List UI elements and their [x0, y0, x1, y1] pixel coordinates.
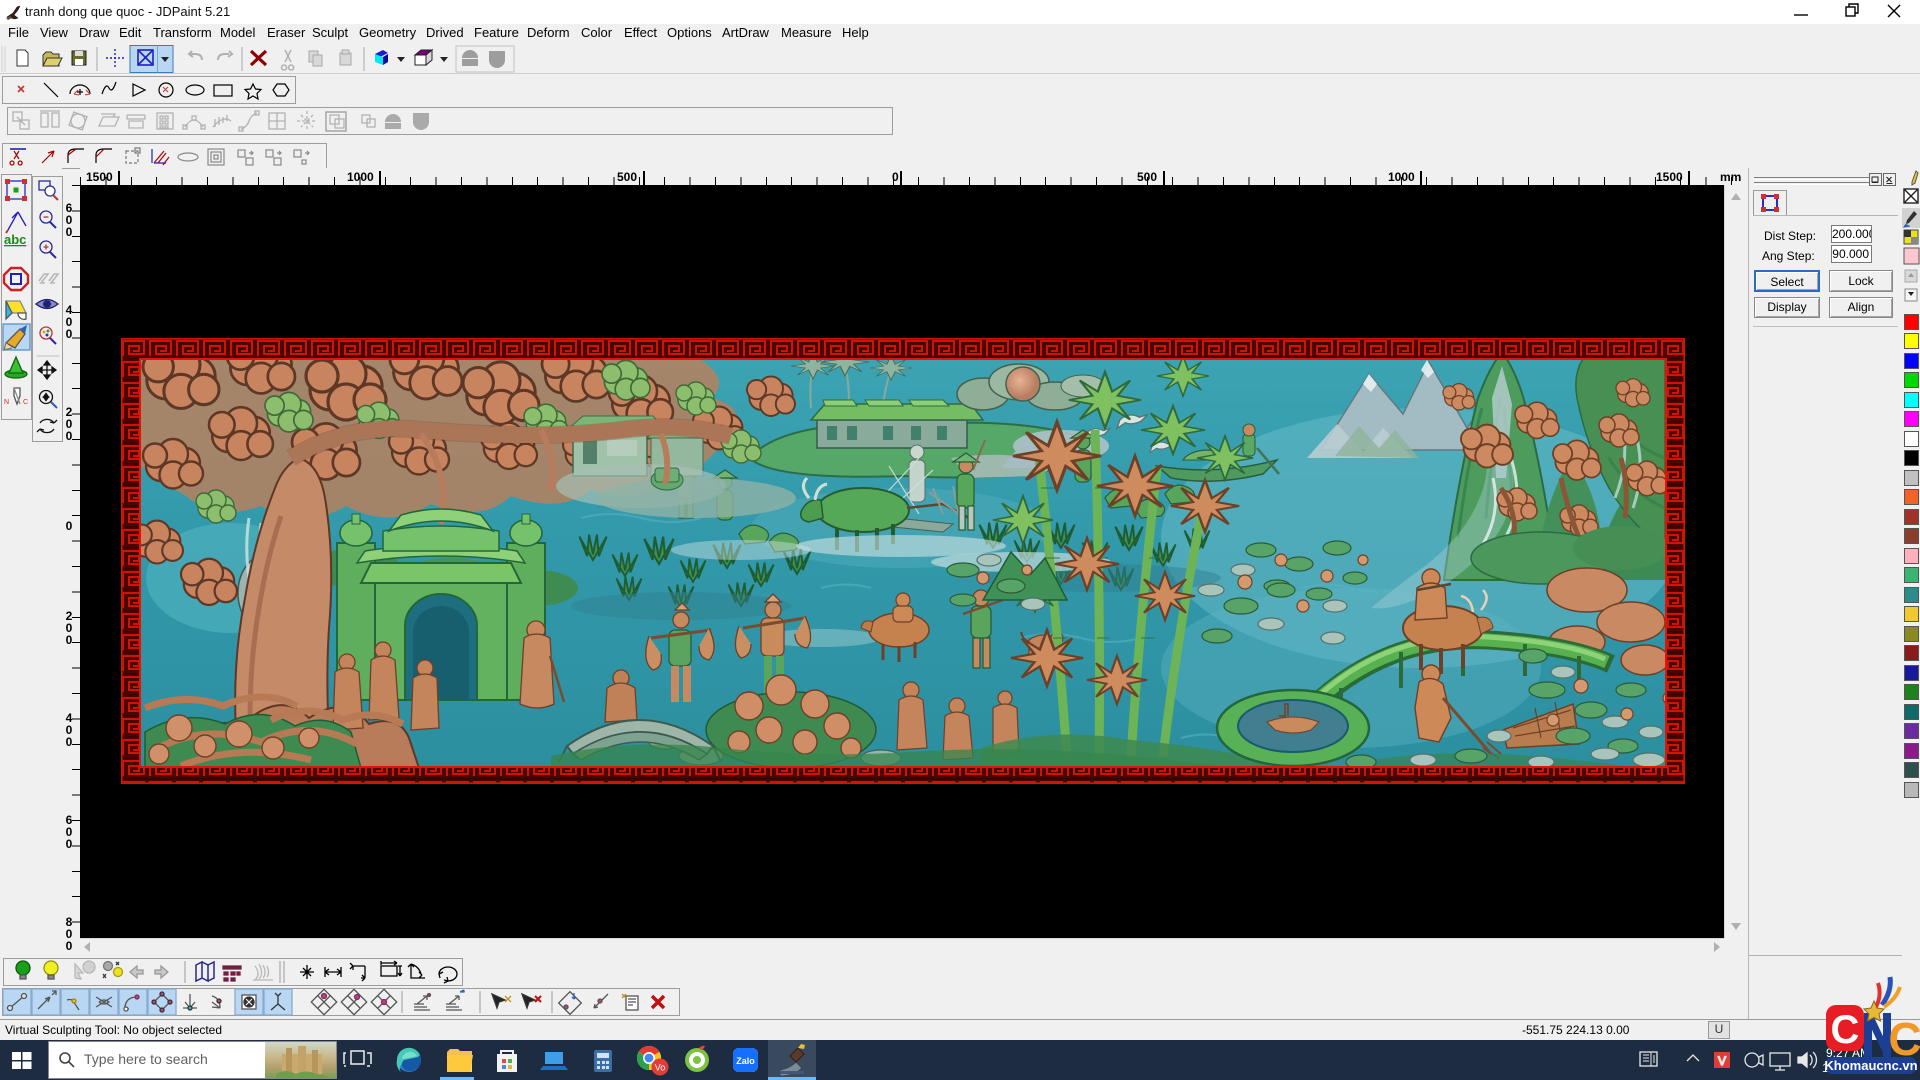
svg-text:Zalo: Zalo [736, 1056, 755, 1066]
svg-text:Vo: Vo [655, 1063, 666, 1073]
svg-text:abc: abc [4, 232, 26, 247]
svg-text:V: V [1718, 1054, 1726, 1068]
svg-text:C: C [23, 399, 28, 406]
svg-text:C: C [1831, 1008, 1860, 1052]
svg-text:N: N [4, 399, 9, 406]
svg-text:Khomaucnc.vn: Khomaucnc.vn [1824, 1058, 1917, 1073]
